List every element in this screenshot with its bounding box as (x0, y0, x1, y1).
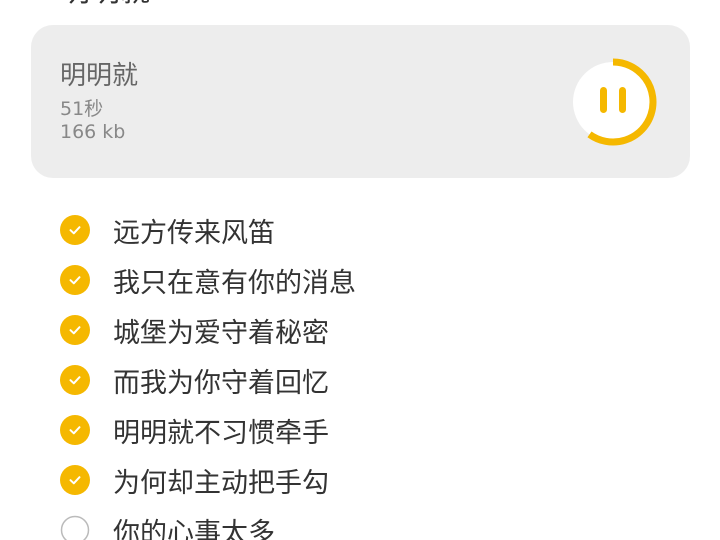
audio-name: 明明就 (60, 61, 139, 91)
page-title: 明明就 (60, 0, 150, 10)
checklist-item-label: 远方传来风笛 (113, 217, 275, 249)
checklist-item[interactable]: 我只在意有你的消息 (60, 255, 356, 305)
checked-circle-icon[interactable] (60, 265, 90, 295)
audio-size: 166 kb (60, 121, 126, 143)
checklist-item-label: 明明就不习惯牵手 (113, 417, 329, 449)
checklist-item[interactable]: 而我为你守着回忆 (60, 355, 356, 405)
checklist-item[interactable]: 为何却主动把手勾 (60, 455, 356, 505)
page: 明明就 明明就 51秒 166 kb 远方传来风笛我只在意有你的消息城堡为爱守着… (0, 0, 720, 540)
checked-circle-icon[interactable] (60, 465, 90, 495)
pause-button[interactable] (568, 57, 658, 147)
checked-circle-icon[interactable] (60, 315, 90, 345)
audio-duration: 51秒 (60, 98, 104, 120)
checklist-item[interactable]: 明明就不习惯牵手 (60, 405, 356, 455)
checklist-item[interactable]: 远方传来风笛 (60, 205, 356, 255)
checked-circle-icon[interactable] (60, 365, 90, 395)
checklist-item-label: 而我为你守着回忆 (113, 367, 329, 399)
checklist-item-label: 城堡为爱守着秘密 (113, 317, 329, 349)
checklist-item[interactable]: 你的心事太多 (60, 505, 356, 540)
lyrics-checklist: 远方传来风笛我只在意有你的消息 城堡为爱守着秘密 而我为你守着回忆 明明就不习惯牵手为… (60, 205, 356, 540)
checklist-item-label: 你的心事太多 (113, 517, 275, 540)
unchecked-circle-icon[interactable] (60, 515, 90, 540)
checklist-item-label: 我只在意有你的消息 (113, 267, 356, 299)
checklist-item[interactable]: 城堡为爱守着秘密 (60, 305, 356, 355)
checked-circle-icon[interactable] (60, 415, 90, 445)
checklist-item-label: 为何却主动把手勾 (113, 467, 329, 499)
progress-ring (573, 58, 657, 146)
audio-card[interactable]: 明明就 51秒 166 kb (31, 25, 690, 178)
checked-circle-icon[interactable] (60, 215, 90, 245)
